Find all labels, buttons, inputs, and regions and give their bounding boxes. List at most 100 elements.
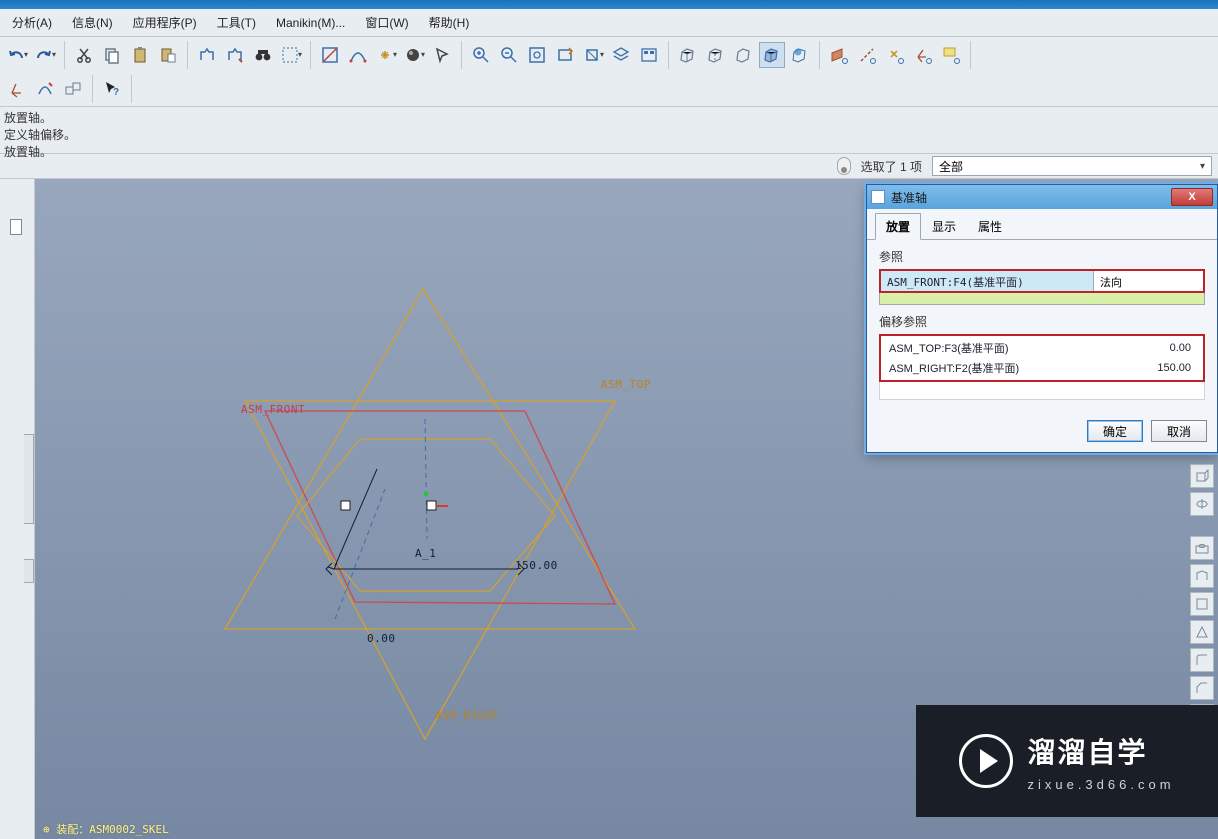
toolbar-row-2: ? xyxy=(0,72,1218,106)
redo-button[interactable]: ▾ xyxy=(32,42,58,68)
selection-count: 选取了 1 项 xyxy=(861,158,922,175)
selection-filter-dropdown[interactable]: 全部 ▾ xyxy=(932,156,1212,176)
reference-row[interactable]: ASM_FRONT:F4(基准平面) 法向 xyxy=(881,271,1203,291)
wireframe-icon xyxy=(678,45,698,65)
rt-draft[interactable] xyxy=(1190,620,1214,644)
undo-button[interactable]: ▾ xyxy=(4,42,30,68)
find-button[interactable] xyxy=(250,42,276,68)
model-tree-toggle[interactable] xyxy=(10,219,22,235)
plane-display-button[interactable] xyxy=(826,42,852,68)
thermometer-icon xyxy=(837,157,851,175)
hole-icon xyxy=(1194,540,1210,556)
axis-display-icon xyxy=(857,45,877,65)
no-hidden-button[interactable] xyxy=(731,42,757,68)
offset-row[interactable]: ASM_TOP:F3(基准平面) 0.00 xyxy=(885,338,1199,358)
shade-button[interactable]: ▾ xyxy=(401,42,427,68)
zoom-fit-button[interactable] xyxy=(524,42,550,68)
reference-grid[interactable]: ASM_FRONT:F4(基准平面) 法向 xyxy=(879,269,1205,293)
tab-display[interactable]: 显示 xyxy=(921,213,967,239)
wireframe-button[interactable] xyxy=(675,42,701,68)
menu-applic[interactable]: 应用程序(P) xyxy=(123,10,207,35)
zoom-in-button[interactable] xyxy=(468,42,494,68)
ok-button[interactable]: 确定 xyxy=(1087,420,1143,442)
dialog-titlebar[interactable]: 基准轴 X xyxy=(867,185,1217,209)
paste-special-icon xyxy=(158,45,178,65)
spin-center-button[interactable] xyxy=(429,42,455,68)
csys-display-button[interactable] xyxy=(910,42,936,68)
watermark: 溜溜自学 zixue.3d66.com xyxy=(916,705,1218,817)
rt-chamfer[interactable] xyxy=(1190,676,1214,700)
paste-icon xyxy=(130,45,150,65)
offset-blank-row[interactable] xyxy=(879,382,1205,400)
rt-shell[interactable] xyxy=(1190,564,1214,588)
dialog-icon xyxy=(871,190,885,204)
saved-views-button[interactable] xyxy=(608,42,634,68)
ref-section-label: 参照 xyxy=(879,248,1205,265)
menu-help[interactable]: 帮助(H) xyxy=(419,10,480,35)
orient-button[interactable]: ▾ xyxy=(580,42,606,68)
paste-button[interactable] xyxy=(127,42,153,68)
tab-properties[interactable]: 属性 xyxy=(967,213,1013,239)
csys-display-icon xyxy=(913,45,933,65)
watermark-url: zixue.3d66.com xyxy=(1027,777,1174,792)
copy-icon xyxy=(102,45,122,65)
rt-extrude[interactable] xyxy=(1190,464,1214,488)
label-asm-front: ASM_FRONT xyxy=(241,403,305,416)
datum-curve-button[interactable] xyxy=(345,42,371,68)
copy-button[interactable] xyxy=(99,42,125,68)
annot-display-button[interactable] xyxy=(938,42,964,68)
assembly-tool-button[interactable] xyxy=(60,76,86,102)
menu-window[interactable]: 窗口(W) xyxy=(355,10,418,35)
datum-point-tool-button[interactable]: ▾ xyxy=(373,42,399,68)
left-panel-handle[interactable] xyxy=(24,434,34,524)
cut-button[interactable] xyxy=(71,42,97,68)
rt-round[interactable] xyxy=(1190,648,1214,672)
rt-rib[interactable] xyxy=(1190,592,1214,616)
sketch-tool-icon xyxy=(35,79,55,99)
revolve-icon xyxy=(1194,496,1210,512)
refit-button[interactable] xyxy=(552,42,578,68)
cut-icon xyxy=(74,45,94,65)
regen-auto-button[interactable] xyxy=(222,42,248,68)
dim-150: 150.00 xyxy=(515,559,558,572)
dialog-close-button[interactable]: X xyxy=(1171,188,1213,206)
reference-type[interactable]: 法向 xyxy=(1093,271,1203,291)
point-display-button[interactable] xyxy=(882,42,908,68)
selection-filter-button[interactable]: ▾ xyxy=(278,42,304,68)
offset-grid[interactable]: ASM_TOP:F3(基准平面) 0.00 ASM_RIGHT:F2(基准平面)… xyxy=(879,334,1205,382)
sketch-tool-button[interactable] xyxy=(32,76,58,102)
menu-manikin[interactable]: Manikin(M)... xyxy=(266,12,355,34)
paste-special-button[interactable] xyxy=(155,42,181,68)
csys-tool-button[interactable] xyxy=(4,76,30,102)
left-panel-handle-2[interactable] xyxy=(24,559,34,583)
annot-display-icon xyxy=(941,45,961,65)
view-manager-icon xyxy=(639,45,659,65)
shaded-button[interactable] xyxy=(759,42,785,68)
menu-info[interactable]: 信息(N) xyxy=(62,10,123,35)
shell-icon xyxy=(1194,568,1210,584)
rt-hole[interactable] xyxy=(1190,536,1214,560)
reference-name[interactable]: ASM_FRONT:F4(基准平面) xyxy=(881,271,1093,291)
shaded-edges-button[interactable] xyxy=(787,42,813,68)
label-axis: A_1 xyxy=(415,547,436,560)
view-manager-button[interactable] xyxy=(636,42,662,68)
regen-button[interactable] xyxy=(194,42,220,68)
cancel-button[interactable]: 取消 xyxy=(1151,420,1207,442)
menu-analyze[interactable]: 分析(A) xyxy=(2,10,62,35)
offset-row[interactable]: ASM_RIGHT:F2(基准平面) 150.00 xyxy=(885,358,1199,378)
toolbar-area: ▾ ▾ ▾ ▾ ▾ ▾ xyxy=(0,37,1218,107)
regen-icon xyxy=(197,45,217,65)
offset-value[interactable]: 0.00 xyxy=(1119,340,1199,356)
reference-highlight-row[interactable] xyxy=(879,293,1205,305)
datum-point-button[interactable] xyxy=(317,42,343,68)
tab-placement[interactable]: 放置 xyxy=(875,213,921,240)
axis-display-button[interactable] xyxy=(854,42,880,68)
hidden-line-button[interactable] xyxy=(703,42,729,68)
offset-value[interactable]: 150.00 xyxy=(1119,360,1199,376)
help-pointer-button[interactable]: ? xyxy=(99,76,125,102)
zoom-out-button[interactable] xyxy=(496,42,522,68)
rt-revolve[interactable] xyxy=(1190,492,1214,516)
datum-curve-icon xyxy=(348,45,368,65)
dim-0: 0.00 xyxy=(367,632,396,645)
menu-tools[interactable]: 工具(T) xyxy=(207,10,266,35)
